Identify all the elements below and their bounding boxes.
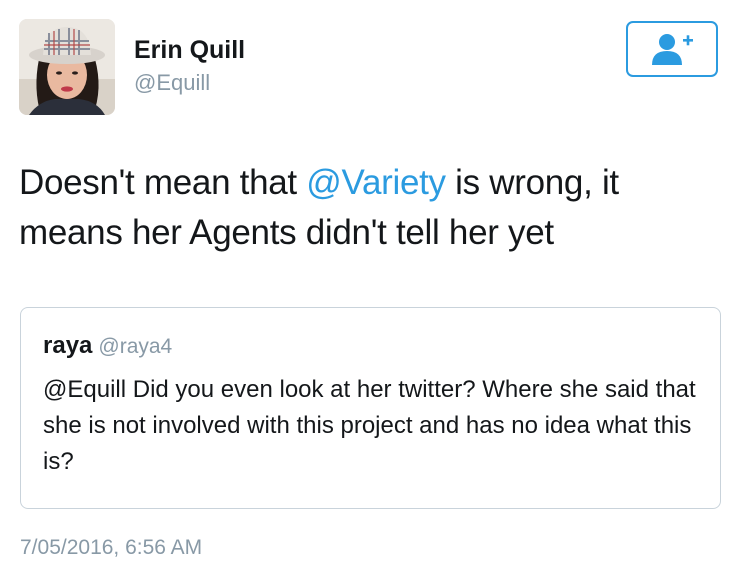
follow-button[interactable] [626,21,718,77]
quoted-author-name: raya [43,332,93,359]
tweet-text-part-1: Doesn't mean that [19,163,307,202]
mention-link-variety[interactable]: @Variety [306,163,446,202]
author-avatar[interactable] [19,19,115,115]
author-display-name[interactable]: Erin Quill [134,36,245,65]
author-handle[interactable]: @Equill [134,70,210,96]
quoted-author-handle: @raya4 [98,335,173,358]
follow-user-plus-icon [652,34,693,65]
tweet-text: Doesn't mean that @Variety is wrong, it … [19,158,719,258]
quoted-tweet-card[interactable]: raya @raya4 @Equill Did you even look at … [20,307,721,509]
quoted-tweet-header: raya @raya4 [43,332,172,360]
quoted-tweet-text: @Equill Did you even look at her twitter… [43,376,696,475]
avatar-photo-icon [19,19,115,115]
tweet-timestamp[interactable]: 7/05/2016, 6:56 AM [20,536,202,560]
